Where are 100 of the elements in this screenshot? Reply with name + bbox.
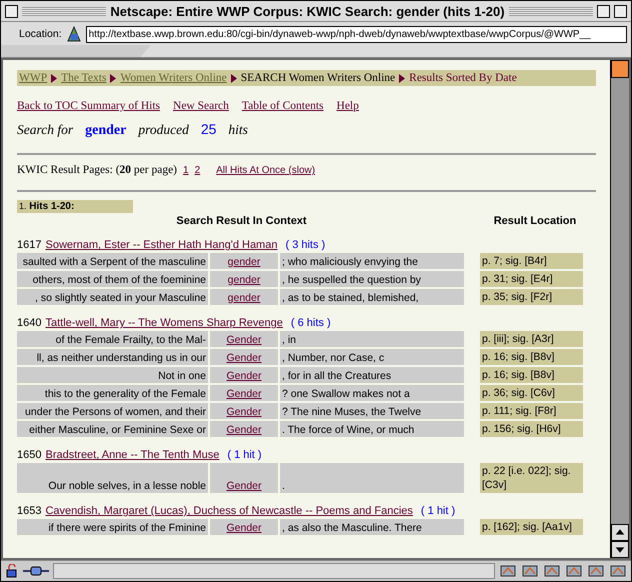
keyword-link[interactable]: gender <box>228 256 260 268</box>
year-label: 1617 <box>17 239 42 251</box>
search-term: gender <box>85 123 126 139</box>
lock-icon[interactable] <box>5 564 19 578</box>
triangle-icon <box>230 74 237 82</box>
component-bar-icon[interactable] <box>565 564 583 578</box>
location-cell: p. 156; sig. [H6v] <box>480 421 583 437</box>
column-header: Result Location <box>492 215 578 227</box>
keyword-link[interactable]: Gender <box>226 424 262 436</box>
context-before-cell: Not in one <box>17 367 208 383</box>
keyword-link[interactable]: Gender <box>226 370 262 382</box>
hits-count: ( 1 hit ) <box>227 449 262 461</box>
location-label: Location: <box>19 28 62 40</box>
zoom-box[interactable] <box>597 4 610 18</box>
scroll-up-icon[interactable] <box>611 524 629 541</box>
column-header: Search Result In Context <box>175 215 308 227</box>
location-cell: p. 7; sig. [B4r] <box>480 253 583 269</box>
keyword-link[interactable]: Gender <box>226 480 262 492</box>
triangle-icon <box>51 74 58 82</box>
component-bar-icon[interactable] <box>609 564 627 578</box>
location-cell: p. [iii]; sig. [A3r] <box>480 331 583 347</box>
context-before-cell: others, most of them of the foeminine <box>17 271 208 287</box>
context-before-cell: saulted with a Serpent of the masculine <box>17 253 208 269</box>
context-after-cell: , Number, nor Case, c <box>280 349 464 365</box>
nav-link[interactable]: New Search <box>173 100 229 112</box>
location-cell: p. 111; sig. [F8r] <box>480 403 583 419</box>
work-title-link[interactable]: Tattle-well, Mary -- The Womens Sharp Revenge <box>45 317 283 329</box>
keyword-link[interactable]: Gender <box>226 388 262 400</box>
component-bar-icon[interactable] <box>543 564 561 578</box>
context-after-cell: ; who maliciously envying the <box>280 253 464 269</box>
keyword-link[interactable]: Gender <box>226 406 262 418</box>
page-link[interactable]: 2 <box>194 165 200 176</box>
context-after-cell: , as also the Masculine. There <box>280 519 464 535</box>
location-cell: p. 36; sig. [C6v] <box>480 385 583 401</box>
context-before-cell: , so slightly seated in your Masculine <box>17 289 208 305</box>
breadcrumb-current: Results Sorted By Date <box>409 72 517 84</box>
keyword-link[interactable]: gender <box>228 292 260 304</box>
context-before-cell: of the Female Frailty, to the Mal- <box>17 331 208 347</box>
summary-text: Search for <box>17 122 74 138</box>
keyword-link[interactable]: Gender <box>226 352 262 364</box>
result-pages-label: KWIC Result Pages: (20 per page) <box>17 164 178 176</box>
location-cell: p. 35; sig. [F2r] <box>480 289 583 305</box>
context-after-cell: . <box>280 463 464 493</box>
component-bar-icon[interactable] <box>499 564 517 578</box>
hits-count: ( 1 hit ) <box>420 505 456 517</box>
triangle-icon <box>110 74 116 82</box>
location-cell: p. 31; sig. [E4r] <box>480 271 583 287</box>
collapse-box[interactable] <box>614 4 628 18</box>
component-bar-icon[interactable] <box>587 564 605 578</box>
breadcrumb-link[interactable]: Women Writers Online <box>120 72 227 84</box>
nav-link[interactable]: Help <box>336 100 359 112</box>
location-cell: p. 22 [i.e. 022]; sig. [C3v] <box>480 463 583 493</box>
all-hits-link[interactable]: All Hits At Once (slow) <box>216 165 316 176</box>
context-before-cell: either Masculine, or Feminine Sexe or <box>17 421 208 437</box>
keyword-link[interactable]: gender <box>228 274 260 286</box>
location-cell: p. [162]; sig. [Aa1v] <box>480 519 583 535</box>
plug-icon[interactable] <box>23 565 49 577</box>
breadcrumb-link[interactable]: WWP <box>19 72 48 84</box>
location-cell: p. 16; sig. [B8v] <box>480 367 583 383</box>
context-after-cell: , in <box>280 331 464 347</box>
context-after-cell: ? The nine Muses, the Twelve <box>280 403 464 419</box>
nav-link[interactable]: Back to TOC Summary of Hits <box>17 100 160 112</box>
year-label: 1650 <box>17 449 42 461</box>
page-link[interactable]: 1 <box>183 165 189 176</box>
vertical-scrollbar[interactable] <box>610 60 629 558</box>
context-before-cell: if there were spirits of the Fminine <box>17 519 208 535</box>
context-after-cell: , as to be stained, blemished, <box>280 289 464 305</box>
location-cell: p. 16; sig. [B8v] <box>480 349 583 365</box>
context-after-cell: , he suspelled the question by <box>280 271 464 287</box>
context-after-cell: ? one Swallow makes not a <box>280 385 464 401</box>
summary-text: produced <box>138 122 189 138</box>
breadcrumb-text: SEARCH Women Writers Online <box>240 72 396 84</box>
triangle-icon <box>399 74 406 82</box>
context-before-cell: under the Persons of women, and their <box>17 403 208 419</box>
context-before-cell: ll, as neither understanding us in our <box>17 349 208 365</box>
url-field[interactable]: http://textbase.wwp.brown.edu:80/cgi-bin/dynaweb-wwp/nph-dweb/dynaweb/wwptextbase/wwpCorpus/@WWP__ <box>86 26 627 42</box>
page-proxy-icon[interactable] <box>64 25 83 43</box>
close-box[interactable] <box>5 4 18 18</box>
hit-count: 25 <box>200 121 216 137</box>
context-after-cell: , for in all the Creatures <box>280 367 464 383</box>
summary-text: hits <box>228 122 248 138</box>
breadcrumb-link[interactable]: The Texts <box>61 72 106 84</box>
keyword-link[interactable]: Gender <box>226 334 262 346</box>
section-heading: 1. Hits 1-20: <box>17 200 133 213</box>
context-after-cell: . The force of Wine, or much <box>280 421 464 437</box>
context-before-cell: Our noble selves, in a lesse noble <box>17 463 208 493</box>
component-bar-icon[interactable] <box>521 564 539 578</box>
hits-count: ( 6 hits ) <box>290 317 331 329</box>
scroll-down-icon[interactable] <box>611 541 629 558</box>
context-before-cell: this to the generality of the Female <box>17 385 208 401</box>
hits-count: ( 3 hits ) <box>285 239 326 251</box>
scroll-thumb[interactable] <box>611 60 629 78</box>
year-label: 1653 <box>17 505 42 517</box>
work-title-link[interactable]: Sowernam, Ester -- Esther Hath Hang'd Haman <box>45 239 278 251</box>
work-title-link[interactable]: Bradstreet, Anne -- The Tenth Muse <box>45 449 220 461</box>
nav-link[interactable]: Table of Contents <box>242 100 324 112</box>
keyword-link[interactable]: Gender <box>226 522 262 534</box>
window-title: Netscape: Entire WWP Corpus: KWIC Search: gender (hits 1-20) <box>110 4 505 18</box>
year-label: 1640 <box>17 317 42 329</box>
work-title-link[interactable]: Cavendish, Margaret (Lucas), Duchess of Newcastle -- Poems and Fancies <box>45 505 413 517</box>
